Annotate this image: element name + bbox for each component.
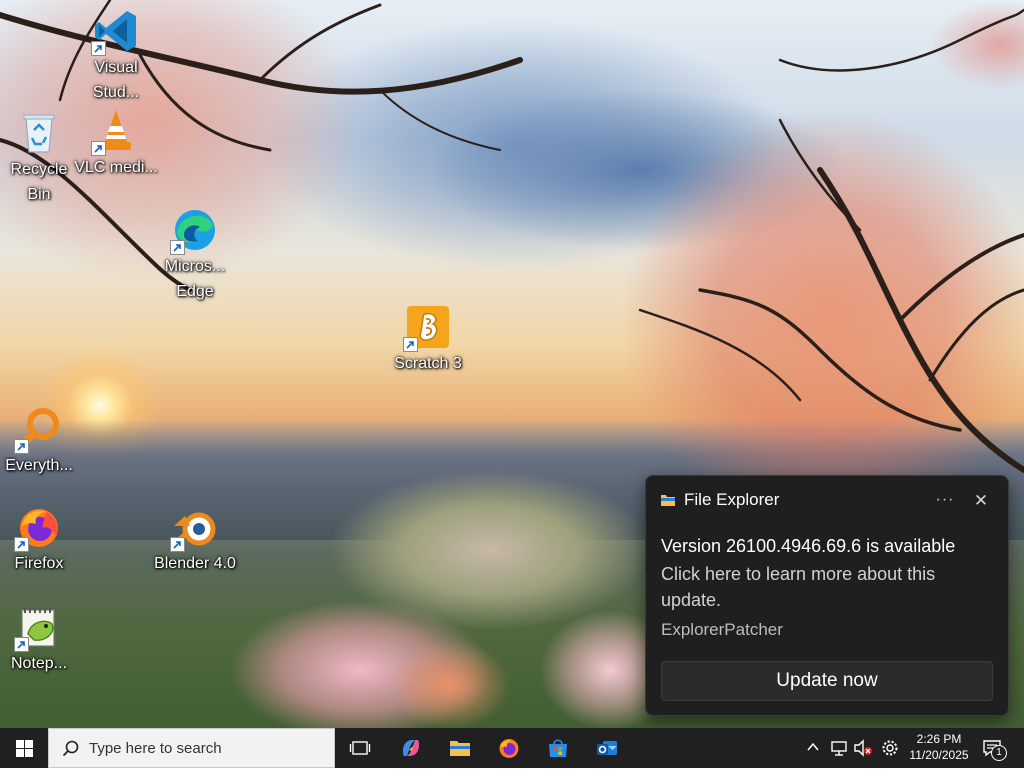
more-options-button[interactable]: ··· — [932, 490, 958, 514]
windows-logo-icon — [16, 740, 33, 757]
notification-count-badge: 1 — [991, 745, 1007, 761]
firefox-icon — [499, 739, 519, 758]
desktop-icon-label: Blender 4.0 — [154, 555, 236, 572]
gear-icon — [882, 740, 898, 756]
chevron-up-icon — [807, 742, 819, 751]
shortcut-arrow-icon — [14, 537, 29, 552]
update-now-button[interactable]: Update now — [661, 661, 993, 701]
shortcut-arrow-icon — [91, 41, 106, 56]
start-button[interactable] — [0, 728, 48, 768]
notepad-plus-plus-icon — [14, 604, 62, 652]
everything-search-icon — [14, 406, 62, 454]
clock-date: 11/20/2025 — [909, 748, 969, 762]
shortcut-arrow-icon — [170, 240, 185, 255]
search-box[interactable]: Type here to search — [48, 728, 335, 768]
desktop-icon-vlc[interactable]: VLC medi... — [74, 108, 158, 180]
vscode-icon — [91, 8, 139, 56]
shortcut-arrow-icon — [14, 637, 29, 652]
desktop-icon-label: Micros... Edge — [164, 258, 226, 300]
desktop-icon-label: Visual Stud... — [92, 59, 140, 101]
clock-time: 2:26 PM — [916, 732, 962, 746]
close-button[interactable]: ✕ — [968, 490, 994, 514]
desktop-icon-label: Recycle Bin — [10, 161, 68, 203]
desktop-icon-everything[interactable]: Everyth... — [0, 406, 81, 478]
copilot-button[interactable] — [391, 728, 431, 768]
desktop-icon-label: Firefox — [14, 555, 64, 572]
notification-toast[interactable]: File Explorer ··· ✕ Version 26100.4946.6… — [645, 475, 1009, 716]
desktop-icon-edge[interactable]: Micros... Edge — [153, 207, 237, 304]
outlook-icon — [597, 741, 617, 755]
desktop-icon-firefox[interactable]: Firefox — [0, 504, 81, 576]
toast-attribution: ExplorerPatcher — [661, 620, 783, 639]
search-placeholder: Type here to search — [89, 740, 222, 757]
toast-title: Version 26100.4946.69.6 is available — [661, 536, 956, 556]
show-hidden-icons-button[interactable] — [806, 740, 820, 780]
file-explorer-icon — [450, 741, 470, 756]
settings-button[interactable] — [881, 739, 899, 779]
taskbar: Type here to search 2:26 PM 11/20/2025 1 — [0, 728, 1024, 768]
recycle-bin-icon — [16, 110, 62, 156]
toast-app-name: File Explorer — [684, 490, 780, 509]
desktop-icon-notepad-plus-plus[interactable]: Notep... — [0, 604, 81, 676]
volume-button[interactable] — [853, 739, 873, 779]
shortcut-arrow-icon — [403, 337, 418, 352]
clock[interactable]: 2:26 PM 11/20/2025 — [903, 731, 975, 763]
network-status-button[interactable] — [830, 739, 848, 779]
scratch-icon — [403, 304, 451, 352]
microsoft-store-button[interactable] — [538, 728, 578, 768]
desktop-icon-label: Scratch 3 — [394, 355, 462, 372]
shortcut-arrow-icon — [14, 439, 29, 454]
shortcut-arrow-icon — [91, 141, 106, 156]
firefox-taskbar-button[interactable] — [489, 728, 529, 768]
copilot-icon — [403, 740, 419, 756]
task-view-button[interactable] — [340, 728, 380, 768]
desktop-icon-vscode[interactable]: Visual Stud... — [74, 8, 158, 105]
task-view-icon — [349, 741, 371, 755]
desktop-icon-blender[interactable]: Blender 4.0 — [153, 504, 237, 576]
shortcut-arrow-icon — [170, 537, 185, 552]
outlook-button[interactable] — [587, 728, 627, 768]
file-explorer-icon — [661, 495, 675, 506]
edge-icon — [170, 207, 218, 255]
network-icon — [831, 741, 847, 756]
desktop-icon-recycle-bin[interactable]: Recycle Bin — [0, 110, 81, 207]
toast-header: File Explorer — [661, 490, 779, 510]
file-explorer-button[interactable] — [440, 728, 480, 768]
desktop-icon-label: VLC medi... — [74, 159, 158, 176]
toast-body[interactable]: Click here to learn more about this upda… — [661, 561, 991, 613]
desktop-icon-scratch[interactable]: Scratch 3 — [386, 304, 470, 376]
volume-muted-icon — [854, 739, 872, 757]
firefox-icon — [14, 504, 62, 552]
vlc-icon — [91, 108, 139, 156]
blender-icon — [170, 504, 218, 552]
microsoft-store-icon — [549, 739, 567, 757]
desktop-icon-label: Everyth... — [5, 457, 73, 474]
desktop-icon-label: Notep... — [10, 655, 68, 672]
search-icon — [62, 740, 79, 757]
